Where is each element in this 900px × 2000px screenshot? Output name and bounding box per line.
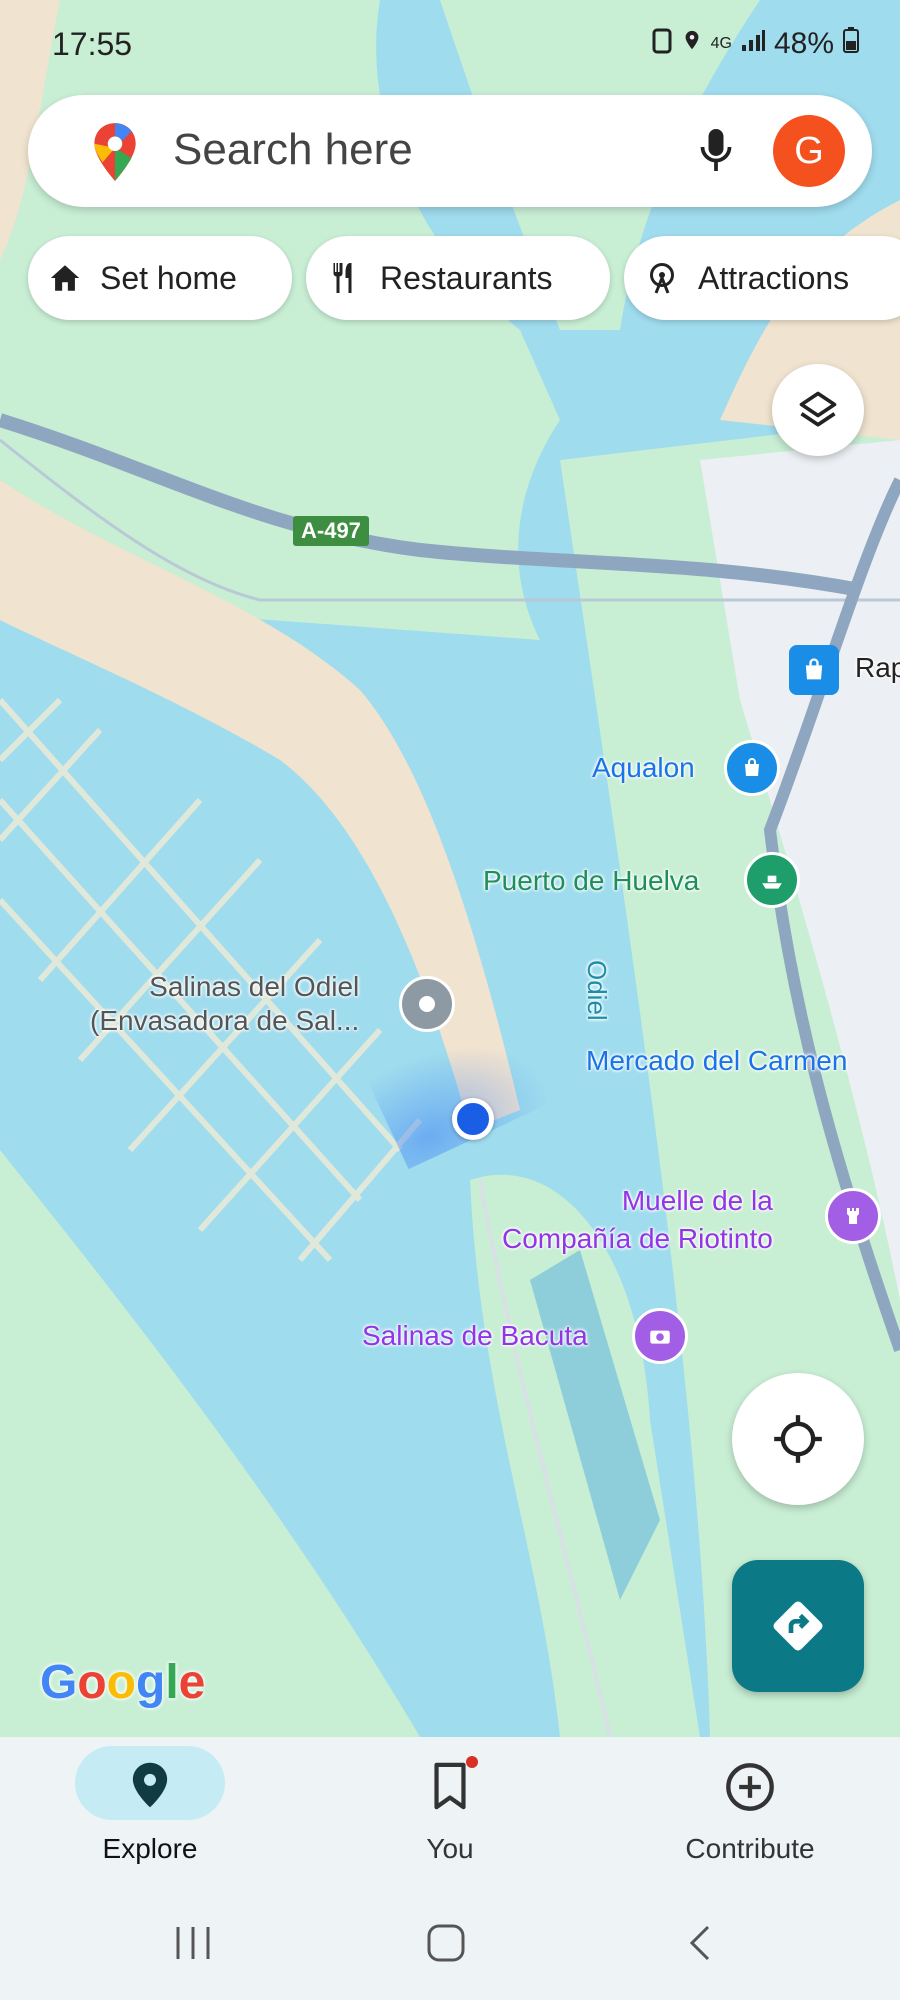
salinas-del-odiel-line2: (Envasadora de Sal... [90,1005,360,1036]
status-bar: 17:55 4G 48% [0,0,900,90]
search-bar[interactable]: Search here G [28,95,872,207]
status-time: 17:55 [52,26,133,62]
port-marker-icon[interactable] [744,852,800,908]
nav-contribute[interactable]: Contribute [600,1737,900,1887]
bottom-navigation: Explore You Contribute [0,1737,900,1887]
search-input[interactable]: Search here [173,125,413,175]
nav-you[interactable]: You [300,1737,600,1887]
salinas-del-odiel-marker-icon[interactable] [399,976,455,1032]
signal-icon [740,27,766,61]
google-maps-pin-icon [90,121,140,188]
place-label-rap[interactable]: Rap [855,652,900,684]
bookmark-icon [434,1762,466,1810]
ferris-wheel-icon [650,263,674,294]
river-label-odiel: Odiel [582,960,612,1021]
home-nav-icon[interactable] [426,1923,466,1963]
nav-you-label: You [426,1833,474,1864]
battery-saver-icon [651,26,673,62]
chip-label: Set home [100,259,237,296]
nav-explore-label: Explore [102,1833,198,1864]
battery-icon [842,26,860,62]
layers-button[interactable] [772,364,864,456]
recent-apps-icon[interactable] [172,1923,214,1963]
place-label-salinas-del-odiel[interactable]: Salinas del Odiel (Envasadora de Sal... [90,970,359,1038]
place-label-aqualon[interactable]: Aqualon [592,752,695,784]
network-type-label: 4G [710,35,732,52]
chip-restaurants[interactable]: Restaurants [306,236,610,320]
chip-label: Attractions [698,259,850,296]
place-label-mercado-del-carmen[interactable]: Mercado del Carmen [586,1045,847,1077]
home-icon [50,265,80,291]
battery-percent: 48% [773,27,834,60]
add-circle-icon [726,1763,774,1811]
directions-button[interactable] [732,1560,864,1692]
road-shield-a497: A-497 [293,516,369,546]
my-location-button[interactable] [732,1373,864,1505]
chip-attractions[interactable]: Attractions [624,236,900,320]
place-label-puerto-de-huelva[interactable]: Puerto de Huelva [483,865,699,897]
shopping-marker-icon[interactable] [789,645,839,695]
monument-marker-icon[interactable] [825,1188,881,1244]
status-icons: 4G 48% [651,26,860,62]
fork-knife-icon [333,263,352,293]
chip-label: Restaurants [380,259,553,296]
layers-icon [799,391,837,427]
microphone-icon[interactable] [698,125,734,180]
location-status-icon [681,26,703,62]
place-label-muelle[interactable]: Muelle de la Compañía de Riotinto [502,1182,773,1258]
crosshair-icon [774,1415,822,1463]
explore-pin-icon [132,1762,168,1808]
salinas-del-odiel-line1: Salinas del Odiel [149,971,360,1002]
photo-marker-icon[interactable] [632,1308,688,1364]
nav-explore[interactable]: Explore [0,1737,300,1887]
my-location-dot[interactable] [452,1098,494,1140]
google-logo: Google [40,1656,206,1709]
nav-contribute-label: Contribute [685,1833,815,1864]
account-avatar[interactable]: G [773,115,845,187]
back-icon[interactable] [684,1923,714,1963]
system-navigation-bar [0,1887,900,2000]
place-label-salinas-de-bacuta[interactable]: Salinas de Bacuta [362,1320,588,1352]
muelle-line1: Muelle de la [621,1185,773,1216]
chip-set-home[interactable]: Set home [28,236,292,320]
muelle-line2: Compañía de Riotinto [502,1223,773,1254]
directions-icon [773,1601,823,1651]
aqualon-marker-icon[interactable] [724,740,780,796]
notification-dot [466,1756,478,1768]
